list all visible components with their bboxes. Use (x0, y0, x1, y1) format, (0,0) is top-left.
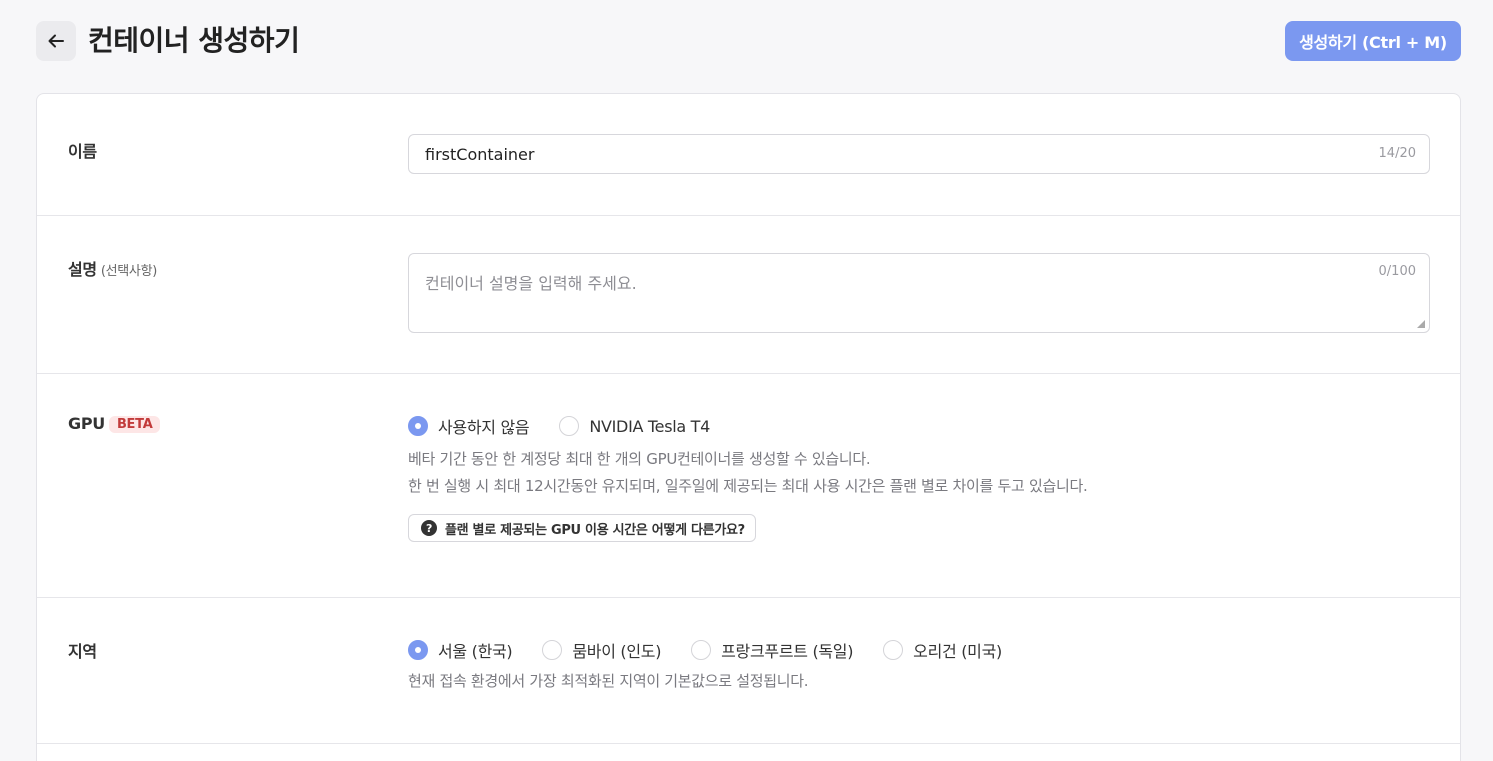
description-label-text: 설명 (68, 260, 97, 279)
radio-label: 프랑크푸르트 (독일) (721, 642, 854, 661)
region-row: 지역 서울 (한국) 뭄바이 (인도) 프랑크푸르트 (독일) 오리건 (미국) (37, 598, 1460, 744)
region-radio-group: 서울 (한국) 뭄바이 (인도) 프랑크푸르트 (독일) 오리건 (미국) (408, 638, 1430, 662)
region-option-frankfurt[interactable]: 프랑크푸르트 (독일) (691, 638, 853, 662)
name-input[interactable]: firstContainer 14/20 (408, 134, 1430, 174)
arrow-left-icon (48, 34, 64, 48)
radio-label: 오리건 (미국) (913, 642, 1002, 661)
description-placeholder: 컨테이너 설명을 입력해 주세요. (425, 274, 637, 293)
description-char-counter: 0/100 (1378, 264, 1416, 279)
region-option-mumbai[interactable]: 뭄바이 (인도) (542, 638, 661, 662)
description-optional-note: (선택사항) (100, 264, 158, 279)
description-label: 설명 (선택사항) (68, 256, 157, 280)
gpu-label: GPU BETA (68, 414, 161, 433)
create-button[interactable]: 생성하기 (Ctrl + M) (1285, 21, 1461, 61)
gpu-description-line: 베타 기간 동안 한 계정당 최대 한 개의 GPU컨테이너를 생성할 수 있습… (408, 450, 871, 468)
description-textarea[interactable]: 컨테이너 설명을 입력해 주세요. 0/100 (408, 253, 1430, 333)
region-option-seoul[interactable]: 서울 (한국) (408, 638, 513, 662)
name-char-counter: 14/20 (1378, 146, 1416, 161)
name-row: 이름 firstContainer 14/20 (37, 94, 1460, 216)
gpu-description-line: 한 번 실행 시 최대 12시간동안 유지되며, 일주일에 제공되는 최대 사용… (408, 477, 1088, 495)
gpu-label-text: GPU (68, 414, 105, 433)
radio-checked-icon[interactable] (408, 416, 428, 436)
page-header: 컨테이너 생성하기 생성하기 (Ctrl + M) (36, 21, 1461, 61)
name-label: 이름 (68, 142, 97, 161)
description-row: 설명 (선택사항) 컨테이너 설명을 입력해 주세요. 0/100 (37, 216, 1460, 374)
gpu-description: 베타 기간 동안 한 계정당 최대 한 개의 GPU컨테이너를 생성할 수 있습… (408, 446, 1430, 500)
beta-badge: BETA (108, 416, 161, 433)
radio-label: NVIDIA Tesla T4 (589, 416, 711, 436)
form-card: 이름 firstContainer 14/20 설명 (선택사항) 컨테이너 설명… (36, 93, 1461, 761)
radio-checked-icon[interactable] (408, 640, 428, 660)
page-title: 컨테이너 생성하기 (88, 24, 300, 57)
back-button[interactable] (36, 21, 76, 61)
radio-label: 사용하지 않음 (438, 418, 530, 437)
gpu-row: GPU BETA 사용하지 않음 NVIDIA Tesla T4 베타 기간 동안… (37, 374, 1460, 598)
name-input-value: firstContainer (425, 145, 535, 164)
gpu-option-none[interactable]: 사용하지 않음 (408, 414, 530, 438)
radio-unchecked-icon[interactable] (559, 416, 580, 436)
radio-label: 뭄바이 (인도) (572, 642, 662, 661)
gpu-option-tesla-t4[interactable]: NVIDIA Tesla T4 (559, 416, 710, 436)
radio-unchecked-icon[interactable] (691, 640, 712, 660)
question-icon: ? (421, 520, 437, 536)
region-option-oregon[interactable]: 오리건 (미국) (883, 638, 1002, 662)
region-description: 현재 접속 환경에서 가장 최적화된 지역이 기본값으로 설정됩니다. (408, 672, 809, 690)
gpu-radio-group: 사용하지 않음 NVIDIA Tesla T4 (408, 414, 1430, 438)
resize-handle[interactable] (1417, 320, 1425, 328)
region-label: 지역 (68, 642, 97, 661)
radio-unchecked-icon[interactable] (542, 640, 563, 660)
help-button-label: 플랜 별로 제공되는 GPU 이용 시간은 어떻게 다른가요? (445, 522, 745, 538)
radio-unchecked-icon[interactable] (883, 640, 904, 660)
radio-label: 서울 (한국) (438, 642, 513, 661)
gpu-plan-help-button[interactable]: ? 플랜 별로 제공되는 GPU 이용 시간은 어떻게 다른가요? (408, 514, 756, 542)
